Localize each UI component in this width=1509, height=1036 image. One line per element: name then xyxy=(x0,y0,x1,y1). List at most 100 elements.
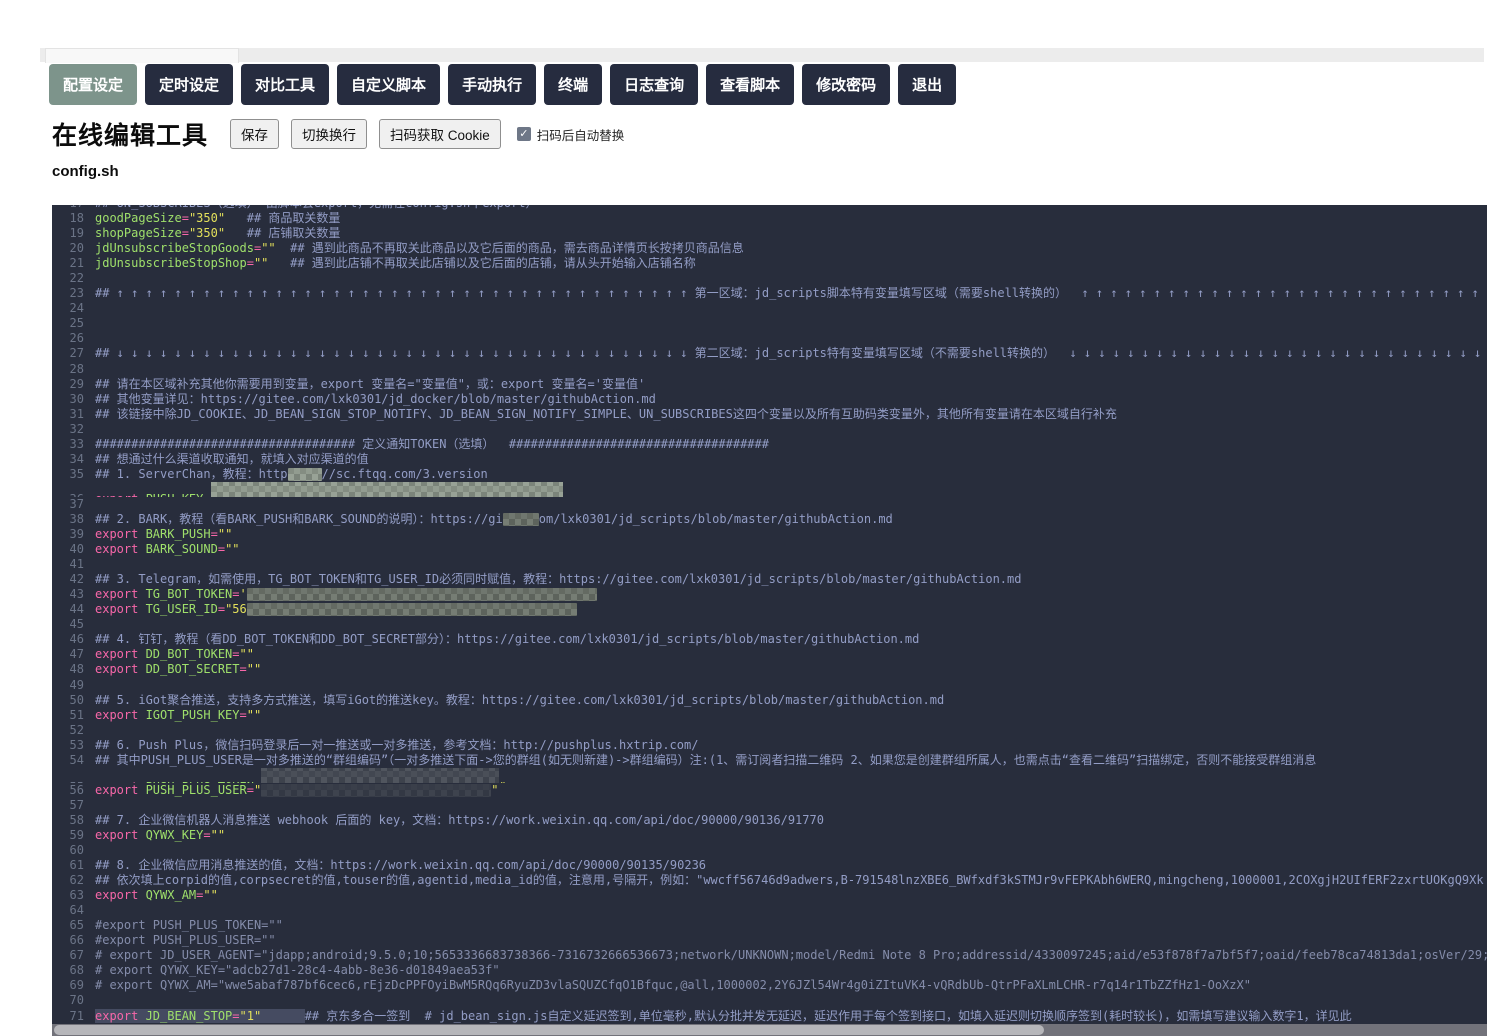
code-line[interactable]: 18 goodPageSize="350" ## 商品取关数量 xyxy=(60,211,1487,226)
code-token: DD_BOT_TOKEN xyxy=(145,647,233,662)
code-line[interactable]: 46 ## 4. 钉钉，教程（看DD_BOT_TOKEN和DD_BOT_SECRE… xyxy=(60,632,1487,647)
code-line[interactable]: 29 ## 请在本区域补充其他你需要用到变量，export 变量名="变量值"，或… xyxy=(60,377,1487,392)
code-line[interactable]: 35 ## 1. ServerChan，教程：http //sc.ftqq.com/… xyxy=(60,467,1487,482)
code-line[interactable]: 47 export DD_BOT_TOKEN="" xyxy=(60,647,1487,662)
code-line[interactable]: 19 shopPageSize="350" ## 店铺取关数量 xyxy=(60,226,1487,241)
code-line[interactable]: 68 # export QYWX_KEY="adcb27d1-28c4-4abb-… xyxy=(60,963,1487,978)
code-line[interactable]: 59 export QYWX_KEY="" xyxy=(60,828,1487,843)
line-number: 25 xyxy=(69,316,84,331)
toggle-wrap-button[interactable]: 切换换行 xyxy=(291,119,368,149)
code-line[interactable]: 32 xyxy=(60,422,1487,437)
code-token: ## 商品取关数量 xyxy=(246,211,341,226)
code-line[interactable]: 67 # export JD_USER_AGENT="jdapp;android;… xyxy=(60,948,1487,963)
scan-cookie-button[interactable]: 扫码获取 Cookie xyxy=(379,119,501,149)
code-token: = xyxy=(217,542,226,557)
code-token: BARK_SOUND xyxy=(145,542,218,557)
code-token: "56 xyxy=(225,602,247,617)
code-token: "" xyxy=(253,256,269,271)
code-line[interactable]: 53 ## 6. Push Plus，微信扫码登录后一对一推送或一对多推送，参考文… xyxy=(60,738,1487,753)
nav-manual-run-button[interactable]: 手动执行 xyxy=(448,64,537,105)
line-number: 20 xyxy=(69,241,84,256)
code-line[interactable]: 60 xyxy=(60,843,1487,858)
code-line[interactable]: 38 ## 2. BARK，教程（看BARK_PUSH和BARK_SOUND的说明… xyxy=(60,512,1487,527)
code-token: ## 5. iGot聚合推送，支持多方式推送，填写iGot的推送key。教程：h… xyxy=(95,692,945,707)
nav-log-query-button[interactable]: 日志查询 xyxy=(610,64,699,105)
code-line[interactable]: 51 export IGOT_PUSH_KEY="" xyxy=(60,708,1487,723)
code-line[interactable]: 41 xyxy=(60,557,1487,572)
code-line[interactable]: 56 export PUSH_PLUS_USER=" " xyxy=(60,783,1487,798)
code-line[interactable]: 25 xyxy=(60,316,1487,331)
code-line[interactable]: 24 xyxy=(60,301,1487,316)
code-token: = xyxy=(203,827,211,842)
redacted-value xyxy=(210,481,563,497)
code-line[interactable]: 36export PUSH_KEY= xyxy=(60,481,1487,497)
code-token: PUSH_PLUS_USER xyxy=(145,782,247,797)
nav-terminal-button[interactable]: 终端 xyxy=(544,64,603,105)
code-token xyxy=(261,1008,305,1023)
code-line[interactable]: 71 export JD_BEAN_STOP="1" ## 京东多合一签到 # j… xyxy=(60,1008,1487,1024)
nav-logout-button[interactable]: 退出 xyxy=(898,64,957,105)
code-line[interactable]: 21 jdUnsubscribeStopShop="" ## 遇到此店铺不再取关此… xyxy=(60,256,1487,271)
line-number: 39 xyxy=(69,527,84,542)
code-line[interactable]: 49 xyxy=(60,678,1487,693)
line-number: 64 xyxy=(69,903,84,918)
code-line[interactable]: 26 xyxy=(60,331,1487,346)
code-line[interactable]: 55export PUSH_PLUS_TOKEN=" xyxy=(60,767,1487,783)
code-token: ## 7. 企业微信机器人消息推送 webhook 后面的 key，文档：htt… xyxy=(95,812,824,827)
code-line[interactable]: 42 ## 3. Telegram，如需使用，TG_BOT_TOKEN和TG_US… xyxy=(60,572,1487,587)
code-line[interactable]: 31 ## 该链接中除JD_COOKIE、JD_BEAN_SIGN_STOP_NO… xyxy=(60,407,1487,422)
code-line[interactable]: 20 jdUnsubscribeStopGoods="" ## 遇到此商品不再取关… xyxy=(60,241,1487,256)
code-line[interactable]: 34 ## 想通过什么渠道收取通知，就填入对应渠道的值 xyxy=(60,452,1487,467)
horizontal-scrollbar[interactable] xyxy=(52,1024,1487,1036)
save-button[interactable]: 保存 xyxy=(230,119,280,149)
code-line[interactable]: 39 export BARK_PUSH="" xyxy=(60,527,1487,542)
code-line[interactable]: 62 ## 依次填上corpid的值,corpsecret的值,touser的值,… xyxy=(60,873,1487,888)
code-token: "350" xyxy=(188,226,226,241)
line-number: 32 xyxy=(69,421,84,436)
code-token: goodPageSize xyxy=(95,211,182,226)
code-line[interactable]: 70 xyxy=(60,993,1487,1008)
code-line[interactable]: 43 export TG_BOT_TOKEN=' xyxy=(60,587,1487,602)
nav-custom-script-button[interactable]: 自定义脚本 xyxy=(337,64,441,105)
code-line[interactable]: 27 ## ↓ ↓ ↓ ↓ ↓ ↓ ↓ ↓ ↓ ↓ ↓ ↓ ↓ ↓ ↓ ↓ ↓ ↓… xyxy=(60,346,1487,361)
page-title: 在线编辑工具 xyxy=(52,122,209,150)
line-number: 29 xyxy=(69,376,84,391)
code-line[interactable]: 48 export DD_BOT_SECRET="" xyxy=(60,662,1487,677)
code-line[interactable]: 69 # export QYWX_AM="wwe5abaf787bf6cec6,r… xyxy=(60,978,1487,993)
code-line[interactable]: 50 ## 5. iGot聚合推送，支持多方式推送，填写iGot的推送key。教程… xyxy=(60,693,1487,708)
code-line[interactable]: 65 #export PUSH_PLUS_TOKEN="" xyxy=(60,918,1487,933)
code-line[interactable]: 44 export TG_USER_ID="56 xyxy=(60,602,1487,617)
code-line[interactable]: 45 xyxy=(60,617,1487,632)
code-line[interactable]: 64 xyxy=(60,903,1487,918)
auto-replace-checkbox[interactable]: ✓ xyxy=(516,127,531,141)
code-editor[interactable]: 17## UN_SUBSCRIBES（选填） 由脚本会export，无需在con… xyxy=(52,205,1487,1036)
code-line[interactable]: 52 xyxy=(60,723,1487,738)
line-number: 54 xyxy=(69,752,84,767)
code-line[interactable]: 33 #################################### 定… xyxy=(60,437,1487,452)
code-editor-content[interactable]: 17## UN_SUBSCRIBES（选填） 由脚本会export，无需在con… xyxy=(52,205,1487,1024)
code-line[interactable]: 37 xyxy=(60,497,1487,512)
code-line[interactable]: 30 ## 其他变量详见：https://gitee.com/lxk0301/jd… xyxy=(60,392,1487,407)
line-number: 49 xyxy=(69,677,84,692)
nav-view-script-button[interactable]: 查看脚本 xyxy=(706,64,795,105)
nav-config-button[interactable]: 配置设定 xyxy=(49,64,138,105)
nav-change-password-button[interactable]: 修改密码 xyxy=(802,64,891,105)
line-number: 71 xyxy=(69,1008,84,1023)
code-line[interactable]: 57 xyxy=(60,798,1487,813)
code-line[interactable]: 66 #export PUSH_PLUS_USER="" xyxy=(60,933,1487,948)
code-line[interactable]: 40 export BARK_SOUND="" xyxy=(60,542,1487,557)
code-token: "350" xyxy=(188,211,226,226)
code-line[interactable]: 22 xyxy=(60,271,1487,286)
line-number: 38 xyxy=(69,511,84,526)
code-line[interactable]: 63 export QYWX_AM="" xyxy=(60,888,1487,903)
code-line[interactable]: 28 xyxy=(60,362,1487,377)
code-line[interactable]: 58 ## 7. 企业微信机器人消息推送 webhook 后面的 key，文档：h… xyxy=(60,813,1487,828)
nav-schedule-button[interactable]: 定时设定 xyxy=(145,64,234,105)
line-number: 60 xyxy=(69,843,84,858)
nav-compare-tool-button[interactable]: 对比工具 xyxy=(241,64,330,105)
h-scrollbar-thumb[interactable] xyxy=(54,1025,1045,1035)
code-line[interactable]: 54 ## 其中PUSH_PLUS_USER是一对多推送的“群组编码”（一对多推送… xyxy=(60,753,1487,768)
code-line[interactable]: 23 ## ↑ ↑ ↑ ↑ ↑ ↑ ↑ ↑ ↑ ↑ ↑ ↑ ↑ ↑ ↑ ↑ ↑ ↑… xyxy=(60,286,1487,301)
code-line[interactable]: 61 ## 8. 企业微信应用消息推送的值，文档：https://work.wei… xyxy=(60,858,1487,873)
